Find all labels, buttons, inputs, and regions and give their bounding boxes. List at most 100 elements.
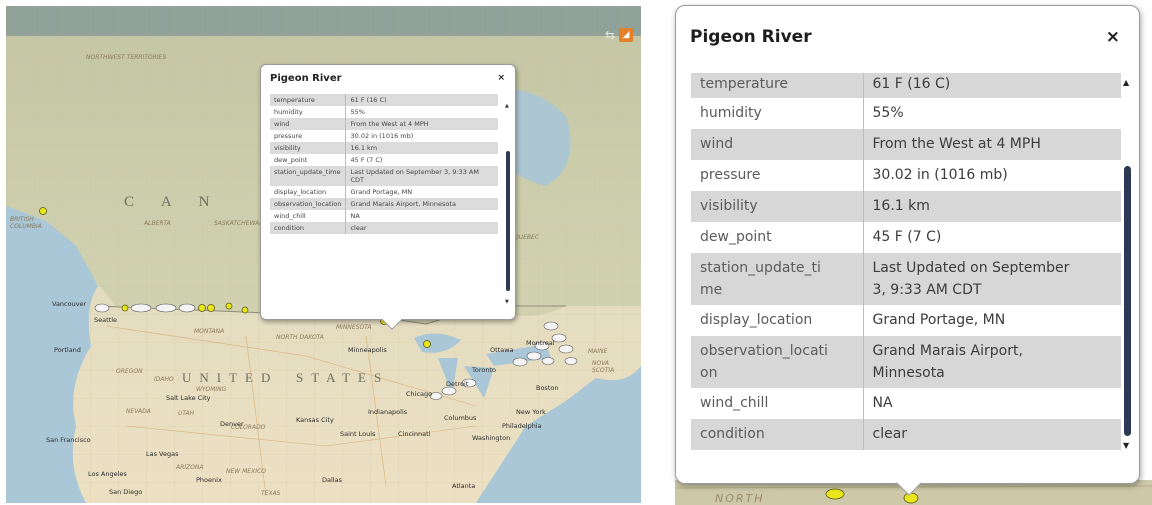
popup-title: Pigeon River — [270, 72, 342, 84]
region-label: SASKATCHEWAN — [214, 220, 264, 227]
attribute-value: 30.02 in (1016 mb) — [872, 167, 1008, 183]
region-label: MINNESOTA — [336, 324, 372, 331]
station-popup-small[interactable]: Pigeon River × temperature 61 F (16 C) hum… — [260, 64, 516, 330]
popup-header: Pigeon River × — [261, 65, 515, 91]
city-label: Minneapolis — [348, 346, 387, 354]
attribute-key: humidity — [270, 106, 347, 118]
city-label: Ottawa — [490, 346, 514, 354]
scroll-up-icon[interactable]: ▲ — [1123, 78, 1129, 87]
region-label: IDAHO — [154, 376, 174, 383]
attribute-value: Grand Marais Airport, Minnesota — [863, 336, 1121, 388]
country-label: STATES — [296, 370, 390, 385]
popup-row: wind_chill NA — [691, 388, 1121, 419]
city-label: Salt Lake City — [166, 394, 211, 402]
popup-row: pressure 30.02 in (1016 mb) — [691, 160, 1121, 191]
popup-row: observation_location Grand Marais Airport… — [270, 198, 498, 210]
popup-scrollbar[interactable]: ▲ ▼ — [505, 103, 510, 305]
station-popup[interactable]: Pigeon River × temperature 61 F (16 C) hum… — [675, 5, 1140, 496]
popup-scrollbar[interactable]: ▲ ▼ — [1122, 78, 1132, 450]
popup-row: temperature 61 F (16 C) — [270, 94, 498, 106]
scroll-down-icon[interactable]: ▼ — [505, 299, 509, 305]
city-label: Cincinnati — [398, 430, 431, 438]
popup-row: dew_point 45 F (7 C) — [270, 154, 498, 166]
popup-row: wind From the West at 4 MPH — [270, 118, 498, 130]
attribute-value: 45 F (7 C) — [350, 156, 383, 164]
attribute-value: NA — [872, 395, 893, 411]
popup-row: wind_chill NA — [270, 210, 498, 222]
popup-row: pressure 30.02 in (1016 mb) — [270, 130, 498, 142]
city-label: Denver — [220, 420, 244, 428]
country-label: C A N — [124, 194, 222, 210]
map-view[interactable]: ⇆ ◢ NORTHWEST TERRITORIES BRITISH COLUMB… — [6, 6, 641, 503]
attribute-key: display_location — [691, 305, 864, 336]
rss-icon[interactable]: ◢ — [619, 28, 633, 42]
close-icon[interactable]: × — [1106, 27, 1120, 47]
region-label: NORTH DAKOTA — [276, 334, 324, 341]
popup-row: display_location Grand Portage, MN — [270, 186, 498, 198]
region-label: BRITISH COLUMBIA — [10, 216, 42, 230]
city-label: San Diego — [109, 488, 143, 496]
country-label: UNITED — [182, 370, 279, 385]
city-label: Seattle — [94, 316, 118, 324]
attribute-value: 55% — [872, 105, 904, 121]
attribute-value: Grand Portage, MN — [350, 188, 413, 196]
city-label: Los Angeles — [88, 470, 127, 478]
attribute-value: 16.1 km — [345, 142, 498, 154]
region-label: NEVADA — [126, 408, 151, 415]
attribute-key: station_update_time — [270, 166, 347, 186]
popup-row: humidity 55% — [270, 106, 498, 118]
popup-row: dew_point 45 F (7 C) — [691, 222, 1121, 253]
attribute-key: dew_point — [691, 222, 864, 253]
region-label: NOVA SCOTIA — [592, 360, 615, 374]
city-label: San Francisco — [46, 436, 91, 444]
popup-row: condition clear — [691, 419, 1121, 450]
city-label: Saint Louis — [340, 430, 376, 438]
popup-scroll-area[interactable]: temperature 61 F (16 C) humidity 55% wind Fro… — [270, 94, 498, 301]
attribute-key: observation_locati on — [691, 336, 864, 388]
attribute-value: 61 F (16 C) — [863, 73, 1121, 98]
attribute-value: clear — [345, 222, 498, 234]
attribute-value: 61 F (16 C) — [345, 94, 498, 106]
map-toolbar: ⇆ ◢ — [603, 28, 633, 42]
popup-row: observation_locati on Grand Marais Airpor… — [691, 336, 1121, 388]
attribute-value: From the West at 4 MPH — [863, 129, 1121, 160]
region-label: MONTANA — [194, 328, 225, 335]
attribute-key: pressure — [691, 160, 864, 191]
popup-scroll-area[interactable]: temperature 61 F (16 C) humidity 55% wind Fro… — [691, 73, 1121, 467]
scroll-down-icon[interactable]: ▼ — [1123, 441, 1129, 450]
scroll-up-icon[interactable]: ▲ — [505, 103, 509, 109]
region-label: UTAH — [178, 410, 195, 417]
scrollbar-thumb[interactable] — [1124, 166, 1131, 436]
region-label: ALBERTA — [144, 220, 171, 227]
city-label: Chicago — [406, 390, 433, 398]
attribute-key: condition — [270, 222, 347, 234]
region-label: TEXAS — [261, 490, 281, 497]
attribute-key: dew_point — [270, 154, 347, 166]
popup-row: humidity 55% — [691, 98, 1121, 129]
city-label: Indianapolis — [368, 408, 408, 416]
popup-row: visibility 16.1 km — [270, 142, 498, 154]
popup-title: Pigeon River — [690, 27, 812, 47]
attribute-key: wind_chill — [691, 388, 864, 419]
scrollbar-thumb[interactable] — [506, 151, 510, 291]
popup-row: station_update_ti me Last Updated on Sept… — [691, 253, 1121, 305]
city-label: Kansas City — [296, 416, 334, 424]
attribute-key: wind — [270, 118, 347, 130]
attribute-value: Grand Portage, MN — [872, 312, 1006, 328]
attribute-key: humidity — [691, 98, 864, 129]
popup-row: wind From the West at 4 MPH — [691, 129, 1121, 160]
close-icon[interactable]: × — [497, 73, 505, 83]
attribute-key: display_location — [270, 186, 347, 198]
share-icon[interactable]: ⇆ — [603, 28, 617, 42]
attribute-value: clear — [863, 419, 1121, 450]
region-label: OREGON — [116, 368, 143, 375]
attribute-key: temperature — [270, 94, 347, 106]
city-label: Philadelphia — [502, 422, 542, 430]
attribute-key: temperature — [691, 73, 864, 98]
region-label: MAINE — [588, 348, 608, 355]
attribute-value: Grand Marais Airport, Minnesota — [345, 198, 498, 210]
city-label: Detroit — [446, 380, 469, 388]
popup-row: station_update_time Last Updated on Septe… — [270, 166, 498, 186]
city-label: Phoenix — [196, 476, 222, 484]
city-label: Portland — [54, 346, 81, 354]
